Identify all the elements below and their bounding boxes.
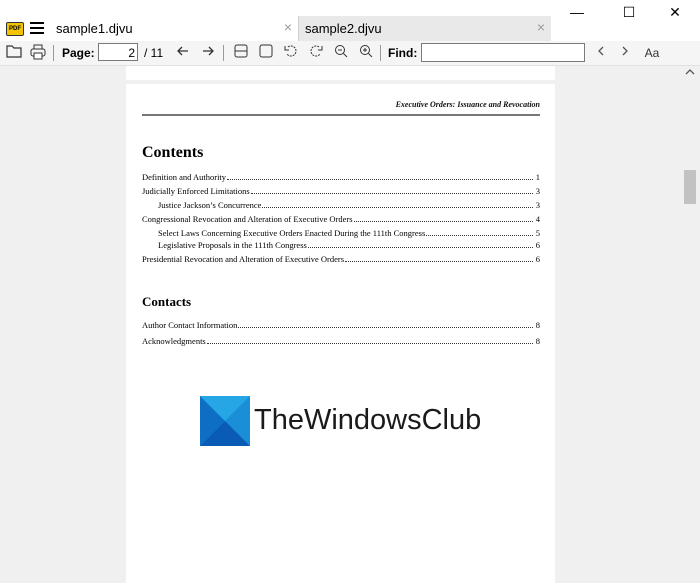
toc-entry[interactable]: Presidential Revocation and Alteration o… [142,250,540,264]
toc-entry[interactable]: Legislative Proposals in the 111th Congr… [142,238,540,250]
folder-icon[interactable] [5,44,23,62]
toc-entry[interactable]: Justice Jackson’s Concurrence 3 [142,196,540,210]
single-page-icon[interactable] [232,44,250,62]
document-viewport[interactable]: Executive Orders: Issuance and Revocatio… [0,66,680,583]
maximize-button[interactable]: ☐ [614,4,644,26]
tab-label: sample1.djvu [56,21,133,36]
separator [223,45,224,61]
toc-entry[interactable]: Select Laws Concerning Executive Orders … [142,224,540,238]
match-case-icon[interactable]: Aa [641,44,663,62]
scrollbar-thumb[interactable] [684,170,696,204]
running-header-text: Executive Orders: Issuance and Revocatio… [395,100,540,109]
contacts-heading: Contacts [142,294,192,309]
find-input[interactable] [421,43,585,62]
page-number-input[interactable]: 2 [98,43,138,61]
toc-entry[interactable]: Author Contact Information 8 [142,314,540,330]
scroll-up-icon[interactable] [684,66,696,81]
watermark-logo: TheWindowsClub [200,396,500,446]
running-header: Executive Orders: Issuance and Revocatio… [142,98,540,116]
toc-entry[interactable]: Definition and Authority 1 [142,168,540,182]
close-window-button[interactable]: ✕ [660,4,690,26]
close-tab-icon[interactable]: × [537,19,545,35]
document-page: Executive Orders: Issuance and Revocatio… [126,84,555,583]
previous-page-edge [126,66,555,80]
hamburger-menu-icon[interactable] [30,22,44,34]
contents-list: Definition and Authority 1 Judicially Enf… [142,168,540,264]
toc-entry[interactable]: Acknowledgments 8 [142,330,540,346]
page-label: Page: [62,46,95,60]
vertical-scrollbar[interactable] [680,66,700,583]
minimize-button[interactable]: — [562,4,592,26]
find-next-icon[interactable] [616,44,634,62]
print-icon[interactable] [29,44,47,62]
page-total: / 11 [144,46,164,60]
rotate-left-icon[interactable] [282,44,300,62]
watermark-text: TheWindowsClub [254,404,482,436]
tab-sample2[interactable]: sample2.djvu × [298,16,551,41]
separator [53,45,54,61]
tab-sample1[interactable]: sample1.djvu × [50,16,298,41]
pdf-logo-icon: PDF [6,22,24,36]
rotate-right-icon[interactable] [307,44,325,62]
contents-heading: Contents [142,144,204,161]
find-prev-icon[interactable] [592,44,610,62]
tab-label: sample2.djvu [305,21,382,36]
windows-club-logo-icon [200,396,250,446]
separator [380,45,381,61]
title-bar: PDF sample1.djvu × sample2.djvu × — ☐ ✕ [0,0,700,41]
zoom-in-icon[interactable] [357,44,375,62]
zoom-out-icon[interactable] [332,44,350,62]
back-icon[interactable] [174,44,192,62]
toc-entry[interactable]: Judicially Enforced Limitations 3 [142,182,540,196]
contacts-list: Author Contact Information 8 Acknowledgme… [142,314,540,346]
toolbar: Page: 2 / 11 Find: Aa [0,41,700,66]
toc-entry[interactable]: Congressional Revocation and Alteration … [142,210,540,224]
forward-icon[interactable] [199,44,217,62]
fit-page-icon[interactable] [257,44,275,62]
find-label: Find: [388,46,418,60]
close-tab-icon[interactable]: × [284,19,292,35]
